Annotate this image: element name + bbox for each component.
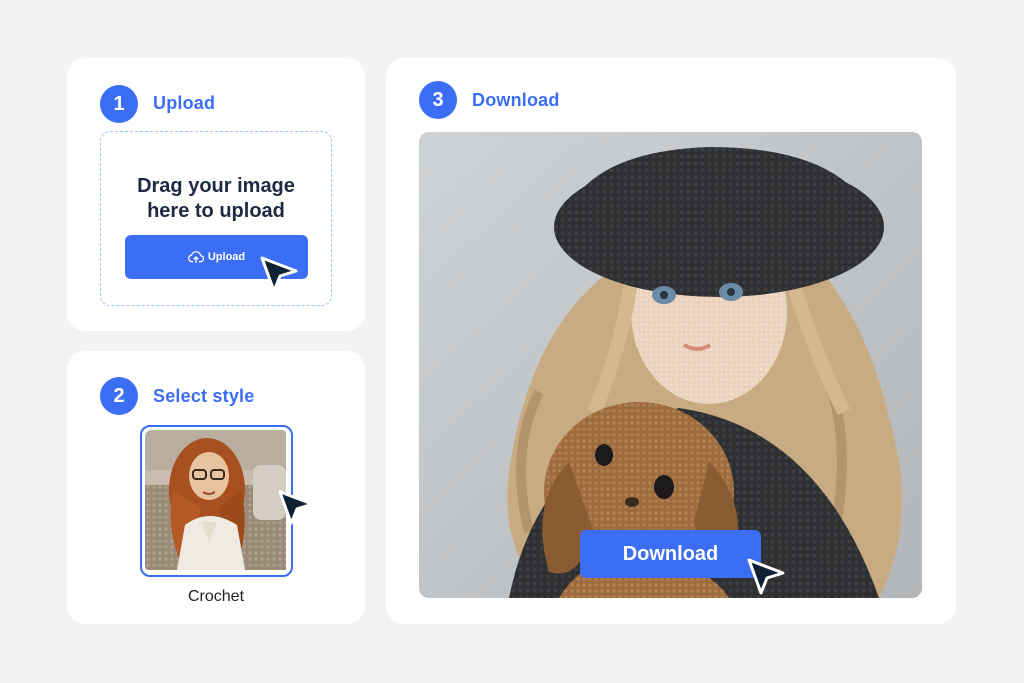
crochet-style-image bbox=[145, 430, 288, 572]
style-card: 2 Select style Crochet bbox=[67, 351, 365, 624]
upload-button-label: Upload bbox=[207, 251, 246, 263]
upload-card: 1 Upload Drag your image here to upload … bbox=[67, 58, 365, 331]
step-number-badge: 1 bbox=[100, 85, 138, 123]
download-button[interactable]: Download bbox=[580, 530, 761, 578]
style-step-title: Select style bbox=[153, 386, 255, 406]
download-step-title: Download bbox=[472, 90, 560, 110]
mouse-pointer-icon bbox=[747, 558, 785, 595]
step-number-badge: 2 bbox=[100, 377, 138, 415]
upload-step-title: Upload bbox=[153, 93, 216, 113]
download-card: 3 Download Download bbox=[386, 58, 956, 624]
cloud-upload-icon bbox=[187, 251, 204, 264]
step-number-badge: 3 bbox=[419, 81, 457, 119]
dropzone-instruction: Drag your image here to upload bbox=[137, 175, 295, 222]
style-option-label: Crochet bbox=[187, 588, 245, 605]
mouse-pointer-icon bbox=[278, 490, 314, 525]
result-image bbox=[419, 132, 922, 598]
crochet-style-option[interactable] bbox=[140, 425, 293, 577]
mouse-pointer-icon bbox=[260, 256, 298, 293]
